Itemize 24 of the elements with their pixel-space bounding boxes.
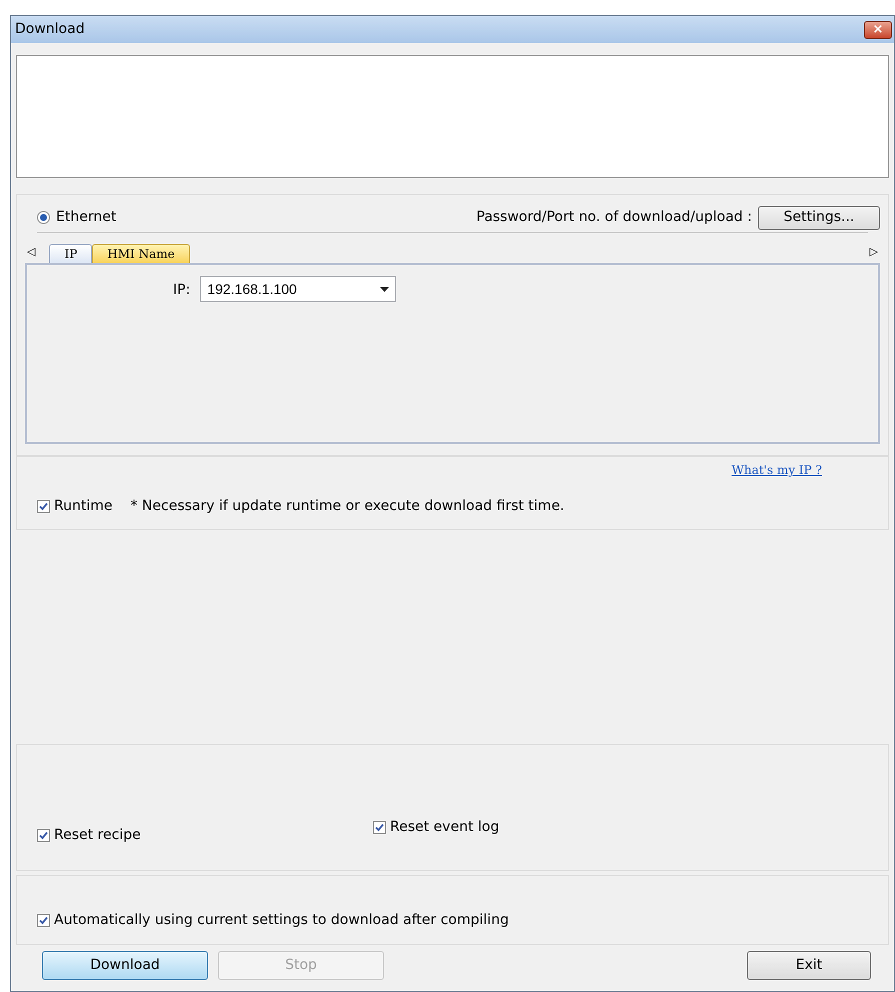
auto-download-label: Automatically using current settings to download after compiling [54, 911, 509, 930]
settings-button[interactable]: Settings... [758, 206, 880, 230]
scroll-left-icon[interactable]: ◁ [25, 244, 38, 260]
checkbox-label: Reset event log [390, 818, 500, 837]
runtime-note: * Necessary if update runtime or execute download first time. [130, 497, 564, 516]
ip-dropdown[interactable]: 192.168.1.100 [200, 276, 396, 302]
runtime-label: Runtime [54, 497, 112, 516]
password-label: Password/Port no. of download/upload : [476, 208, 752, 227]
scroll-right-icon[interactable]: ▷ [868, 244, 880, 260]
dropdown-caret-icon [380, 286, 390, 292]
dialog-button[interactable]: Exit [747, 951, 871, 980]
whats-my-ip-link[interactable]: What's my IP ? [732, 461, 822, 479]
checkbox[interactable] [373, 821, 386, 834]
radio-label: Ethernet [56, 208, 116, 227]
checkbox[interactable] [37, 829, 50, 842]
window-title: Download [15, 20, 85, 39]
radio-button[interactable] [37, 211, 50, 224]
checkbox[interactable] [37, 500, 50, 513]
checkbox[interactable] [37, 914, 50, 927]
dialog-button[interactable]: Download [42, 951, 208, 980]
tab[interactable]: IP [49, 244, 92, 263]
tab[interactable]: HMI Name [92, 244, 190, 263]
checkbox-label: Reset recipe [54, 826, 141, 845]
ip-label: IP: [173, 281, 190, 300]
